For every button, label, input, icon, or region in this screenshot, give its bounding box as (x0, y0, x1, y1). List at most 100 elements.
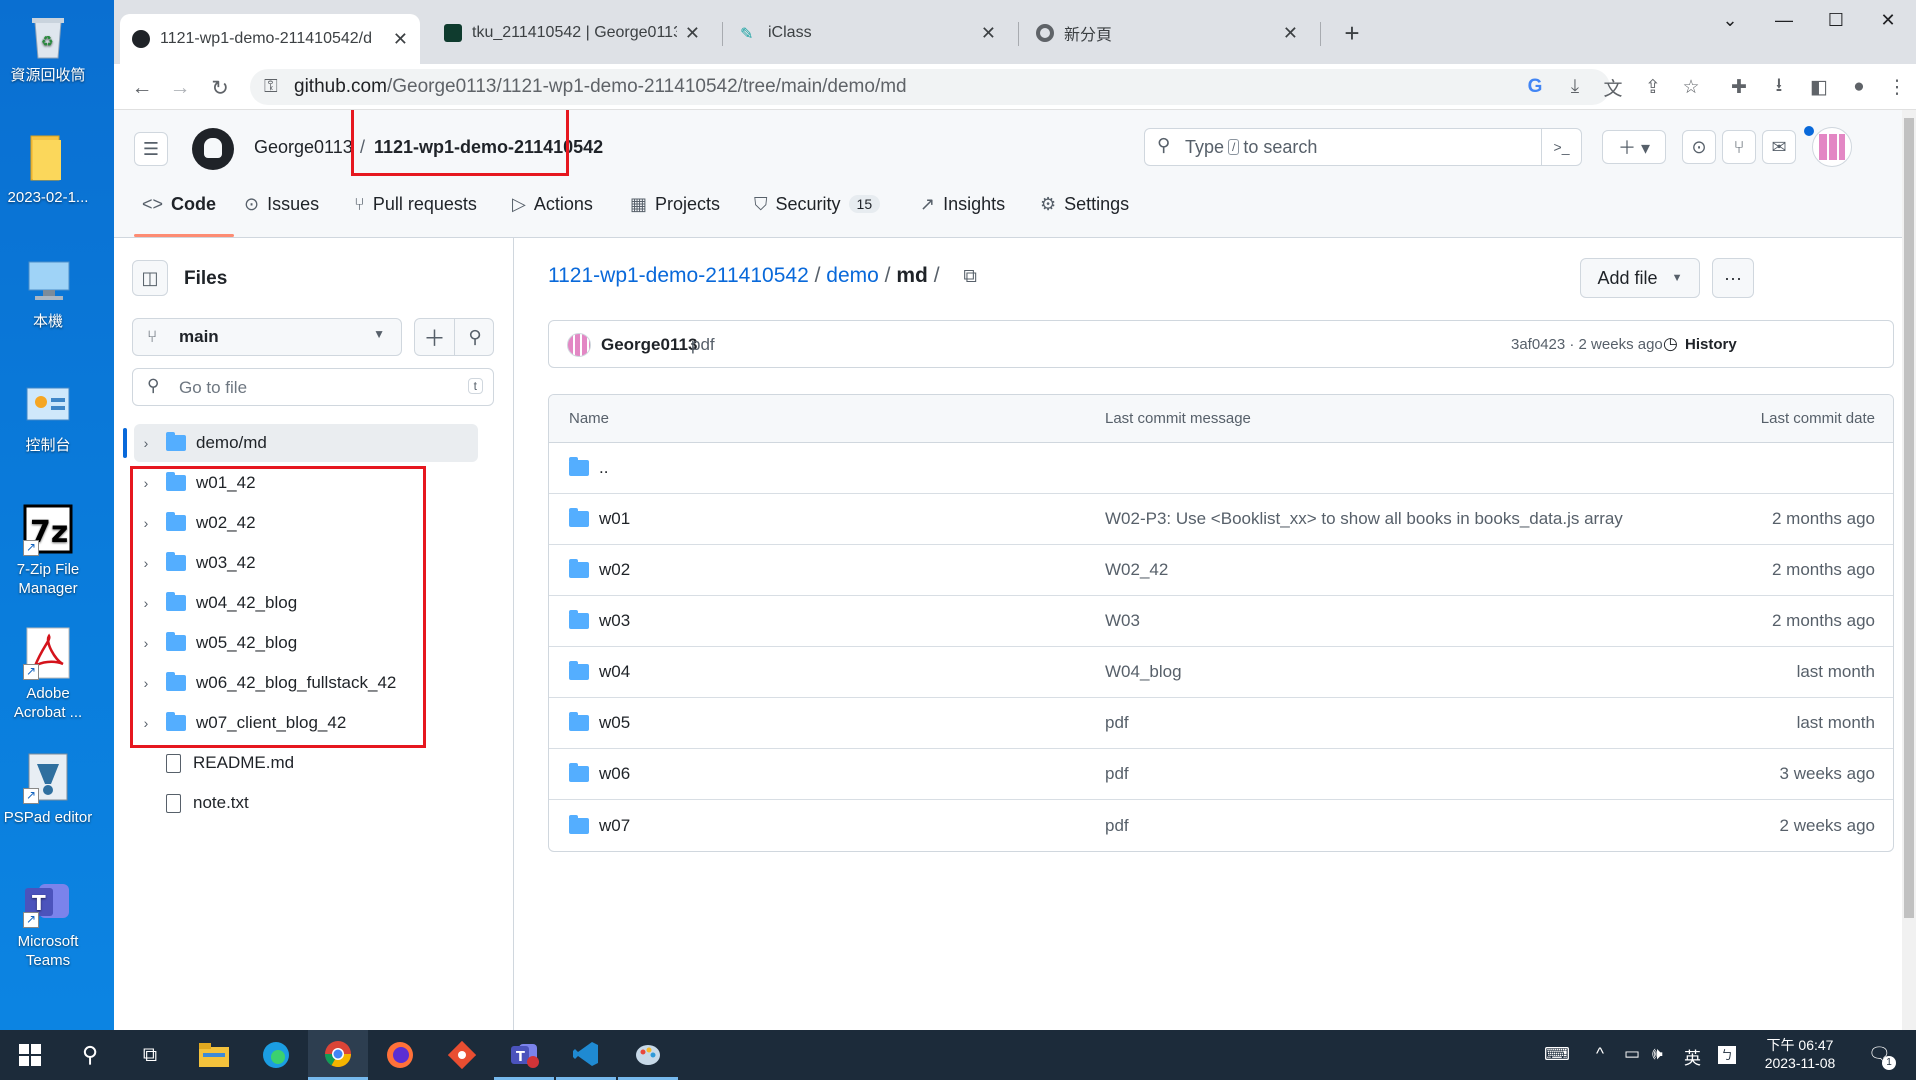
search-input[interactable]: ⚲ Type / to search >_ (1144, 128, 1582, 166)
table-row-parent[interactable]: .. (549, 443, 1893, 494)
tab-insights[interactable]: ↗ Insights (920, 184, 1005, 224)
site-info-icon[interactable]: ⚿ (264, 76, 278, 97)
history-link[interactable]: History (1685, 336, 1737, 353)
commit-message-link[interactable]: pdf (1105, 698, 1129, 748)
chrome-menu-icon[interactable]: ⋮ (1884, 74, 1910, 100)
google-lens-icon[interactable]: G (1522, 74, 1548, 100)
desktop-icon-teams[interactable]: T Microsoft Teams (2, 874, 94, 970)
avatar[interactable] (567, 333, 591, 357)
add-file-button[interactable]: Add file ▼ (1580, 258, 1700, 298)
tab-github-repo[interactable]: 1121-wp1-demo-211410542/d ✕ (120, 14, 420, 64)
desktop-icon-this-pc[interactable]: 本機 (2, 254, 94, 331)
tab-settings[interactable]: ⚙ Settings (1040, 184, 1129, 224)
close-window-button[interactable]: ✕ (1862, 0, 1914, 40)
edge-browser-icon[interactable] (246, 1030, 306, 1080)
folder-link[interactable]: w07 (599, 816, 630, 836)
extensions-puzzle-icon[interactable]: ✚ (1726, 74, 1752, 100)
go-to-file-input[interactable]: ⚲ Go to file t (132, 368, 494, 406)
tab-close-icon[interactable]: ✕ (685, 23, 700, 44)
minimize-button[interactable]: — (1758, 0, 1810, 40)
add-file-icon[interactable]: ＋ (415, 319, 455, 355)
tab-issues[interactable]: ⊙ Issues (244, 184, 319, 224)
firefox-browser-icon[interactable] (370, 1030, 430, 1080)
ime-mode-icon[interactable]: ㄅ (1718, 1046, 1736, 1064)
folder-link[interactable]: w06 (599, 764, 630, 784)
tree-item-file[interactable]: README.md (134, 744, 478, 782)
table-row[interactable]: w07 pdf 2 weeks ago (549, 800, 1893, 851)
task-view-icon[interactable]: ⧉ (120, 1030, 180, 1080)
ime-indicator[interactable]: 英 (1684, 1044, 1701, 1069)
git-tool-icon[interactable] (432, 1030, 492, 1080)
side-panel-icon[interactable]: ◧ (1806, 74, 1832, 100)
tree-item-file[interactable]: note.txt (134, 784, 478, 822)
issues-icon[interactable]: ⊙ (1682, 130, 1716, 164)
windows-start-icon[interactable] (0, 1030, 60, 1080)
desktop-icon-recycle-bin[interactable]: ♻ 資源回收筒 (2, 8, 94, 85)
commit-meta[interactable]: 3af0423 · 2 weeks ago (1511, 336, 1663, 353)
tab-code[interactable]: <> Code (142, 184, 216, 224)
table-row[interactable]: w01 W02-P3: Use <Booklist_xx> to show al… (549, 494, 1893, 545)
tab-close-icon[interactable]: ✕ (981, 23, 996, 44)
tree-item-folder[interactable]: › demo/md (134, 424, 478, 462)
desktop-icon-acrobat[interactable]: Adobe Acrobat ... (2, 626, 94, 722)
inbox-icon[interactable]: ✉ (1762, 130, 1796, 164)
table-row[interactable]: w04 W04_blog last month (549, 647, 1893, 698)
maximize-button[interactable]: ☐ (1810, 0, 1862, 40)
chrome-browser-icon[interactable] (308, 1030, 368, 1080)
table-row[interactable]: w02 W02_42 2 months ago (549, 545, 1893, 596)
owner-link[interactable]: George0113 (254, 137, 353, 158)
folder-link[interactable]: w01 (599, 509, 630, 529)
network-icon[interactable]: ▭ (1624, 1044, 1640, 1064)
search-icon[interactable]: ⚲ (455, 319, 495, 355)
collapse-sidebar-icon[interactable]: ◫ (132, 260, 168, 296)
teams-taskbar-icon[interactable]: T (494, 1030, 554, 1080)
share-icon[interactable]: ⇪ (1640, 74, 1666, 100)
table-row[interactable]: w06 pdf 3 weeks ago (549, 749, 1893, 800)
commit-message-link[interactable]: W02-P3: Use <Booklist_xx> to show all bo… (1105, 494, 1623, 544)
commit-message-link[interactable]: W03 (1105, 596, 1140, 646)
translate-icon[interactable]: 文 (1600, 74, 1626, 100)
create-new-button[interactable]: ＋ ▾ (1602, 130, 1666, 164)
table-row[interactable]: w05 pdf last month (549, 698, 1893, 749)
folder-link[interactable]: w05 (599, 713, 630, 733)
volume-icon[interactable]: 🕪 (1652, 1044, 1663, 1064)
breadcrumb-dir-link[interactable]: demo (826, 264, 879, 287)
hamburger-menu-icon[interactable]: ☰ (134, 132, 168, 166)
back-arrow-icon[interactable]: ← (126, 72, 158, 104)
profile-icon[interactable]: ● (1846, 74, 1872, 100)
tray-chevron-up-icon[interactable]: ^ (1596, 1044, 1604, 1064)
reload-icon[interactable]: ↻ (204, 72, 236, 104)
downloads-icon[interactable]: ⭳ (1766, 74, 1792, 100)
page-scrollbar[interactable] (1902, 110, 1916, 1030)
github-logo-icon[interactable] (192, 128, 234, 170)
clock[interactable]: 下午 06:47 2023-11-08 (1760, 1036, 1840, 1072)
paint-app-icon[interactable] (618, 1030, 678, 1080)
taskbar-search-icon[interactable]: ⚲ (60, 1030, 120, 1080)
pull-requests-icon[interactable]: ⑂ (1722, 130, 1756, 164)
new-tab-button[interactable]: + (1332, 14, 1372, 52)
tab-iclass[interactable]: ✎ iClass ✕ (728, 14, 1008, 52)
install-app-icon[interactable]: ⤓ (1562, 74, 1588, 100)
folder-link[interactable]: w03 (599, 611, 630, 631)
more-options-button[interactable]: ··· (1712, 258, 1754, 298)
vscode-icon[interactable] (556, 1030, 616, 1080)
table-row[interactable]: w03 W03 2 months ago (549, 596, 1893, 647)
desktop-icon-7zip[interactable]: 7z 7-Zip File Manager (2, 502, 94, 598)
folder-link[interactable]: w02 (599, 560, 630, 580)
tab-search-chevron-icon[interactable]: ⌄ (1704, 0, 1756, 40)
folder-link[interactable]: w04 (599, 662, 630, 682)
tab-tku[interactable]: tku_211410542 | George0113's ✕ (432, 14, 712, 52)
commit-message-link[interactable]: W02_42 (1105, 545, 1168, 595)
tab-close-icon[interactable]: ✕ (393, 29, 408, 50)
desktop-icon-control-panel[interactable]: 控制台 (2, 378, 94, 455)
keyboard-icon[interactable]: ⌨ (1544, 1044, 1570, 1065)
chevron-right-icon[interactable]: › (134, 435, 158, 451)
command-palette-icon[interactable]: >_ (1541, 129, 1581, 165)
scrollbar-thumb[interactable] (1904, 118, 1914, 918)
parent-dir-link[interactable]: .. (599, 458, 608, 478)
commit-message-link[interactable]: pdf (1105, 749, 1129, 799)
commit-message-link[interactable]: pdf (1105, 800, 1129, 851)
tab-pull-requests[interactable]: ⑂ Pull requests (354, 184, 477, 224)
avatar[interactable] (1812, 127, 1852, 167)
forward-arrow-icon[interactable]: → (164, 72, 196, 104)
